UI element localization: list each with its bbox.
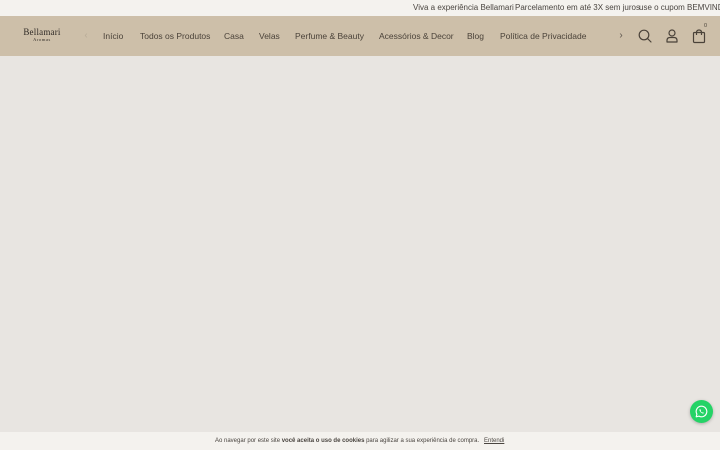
promo-text: use o cupom BEMVINDO [639,3,720,12]
chevron-right-icon[interactable]: › [615,29,627,43]
cookie-text-bold: você aceita o uso de cookies [281,438,365,444]
menu-item-perfume-beauty[interactable]: Perfume & Beauty [295,31,364,41]
cookie-text-after: para agilizar a sua experiência de compr… [366,438,480,444]
shopping-bag-icon[interactable] [691,28,707,44]
menu-item-acessorios-decor[interactable]: Acessórios & Decor [379,31,454,41]
user-icon[interactable] [664,28,680,44]
cart-count-badge: 0 [704,23,708,29]
menu-item-blog[interactable]: Blog [467,31,484,41]
announcement-bar: Viva a experiência Bellamari Parcelament… [0,0,720,16]
menu-item-inicio[interactable]: Início [103,31,123,41]
menu-item-velas[interactable]: Velas [259,31,280,41]
logo-name: Bellamari [23,27,61,37]
chevron-left-icon[interactable]: ‹ [80,29,92,43]
search-icon[interactable] [637,28,653,44]
main-header: Bellamari Aromas ‹ Início Todos os Produ… [0,16,720,56]
logo-tagline: Aromas [33,37,51,42]
cookie-text-before: Ao navegar por este site [215,438,281,444]
main-content-area [0,56,720,432]
menu-item-todos-os-produtos[interactable]: Todos os Produtos [140,31,210,41]
menu-item-casa[interactable]: Casa [224,31,244,41]
cookie-banner: Ao navegar por este site você aceita o u… [0,432,720,450]
cookie-message: Ao navegar por este site você aceita o u… [215,438,479,444]
promo-text: Parcelamento em até 3X sem juros [515,3,640,12]
logo[interactable]: Bellamari Aromas [21,27,63,45]
whatsapp-icon [695,405,708,418]
menu-item-politica-de-privacidade[interactable]: Política de Privacidade [500,31,586,41]
promo-text: Viva a experiência Bellamari [413,3,514,12]
cookie-accept-button[interactable]: Entendi [484,438,504,444]
whatsapp-button[interactable] [690,400,713,423]
